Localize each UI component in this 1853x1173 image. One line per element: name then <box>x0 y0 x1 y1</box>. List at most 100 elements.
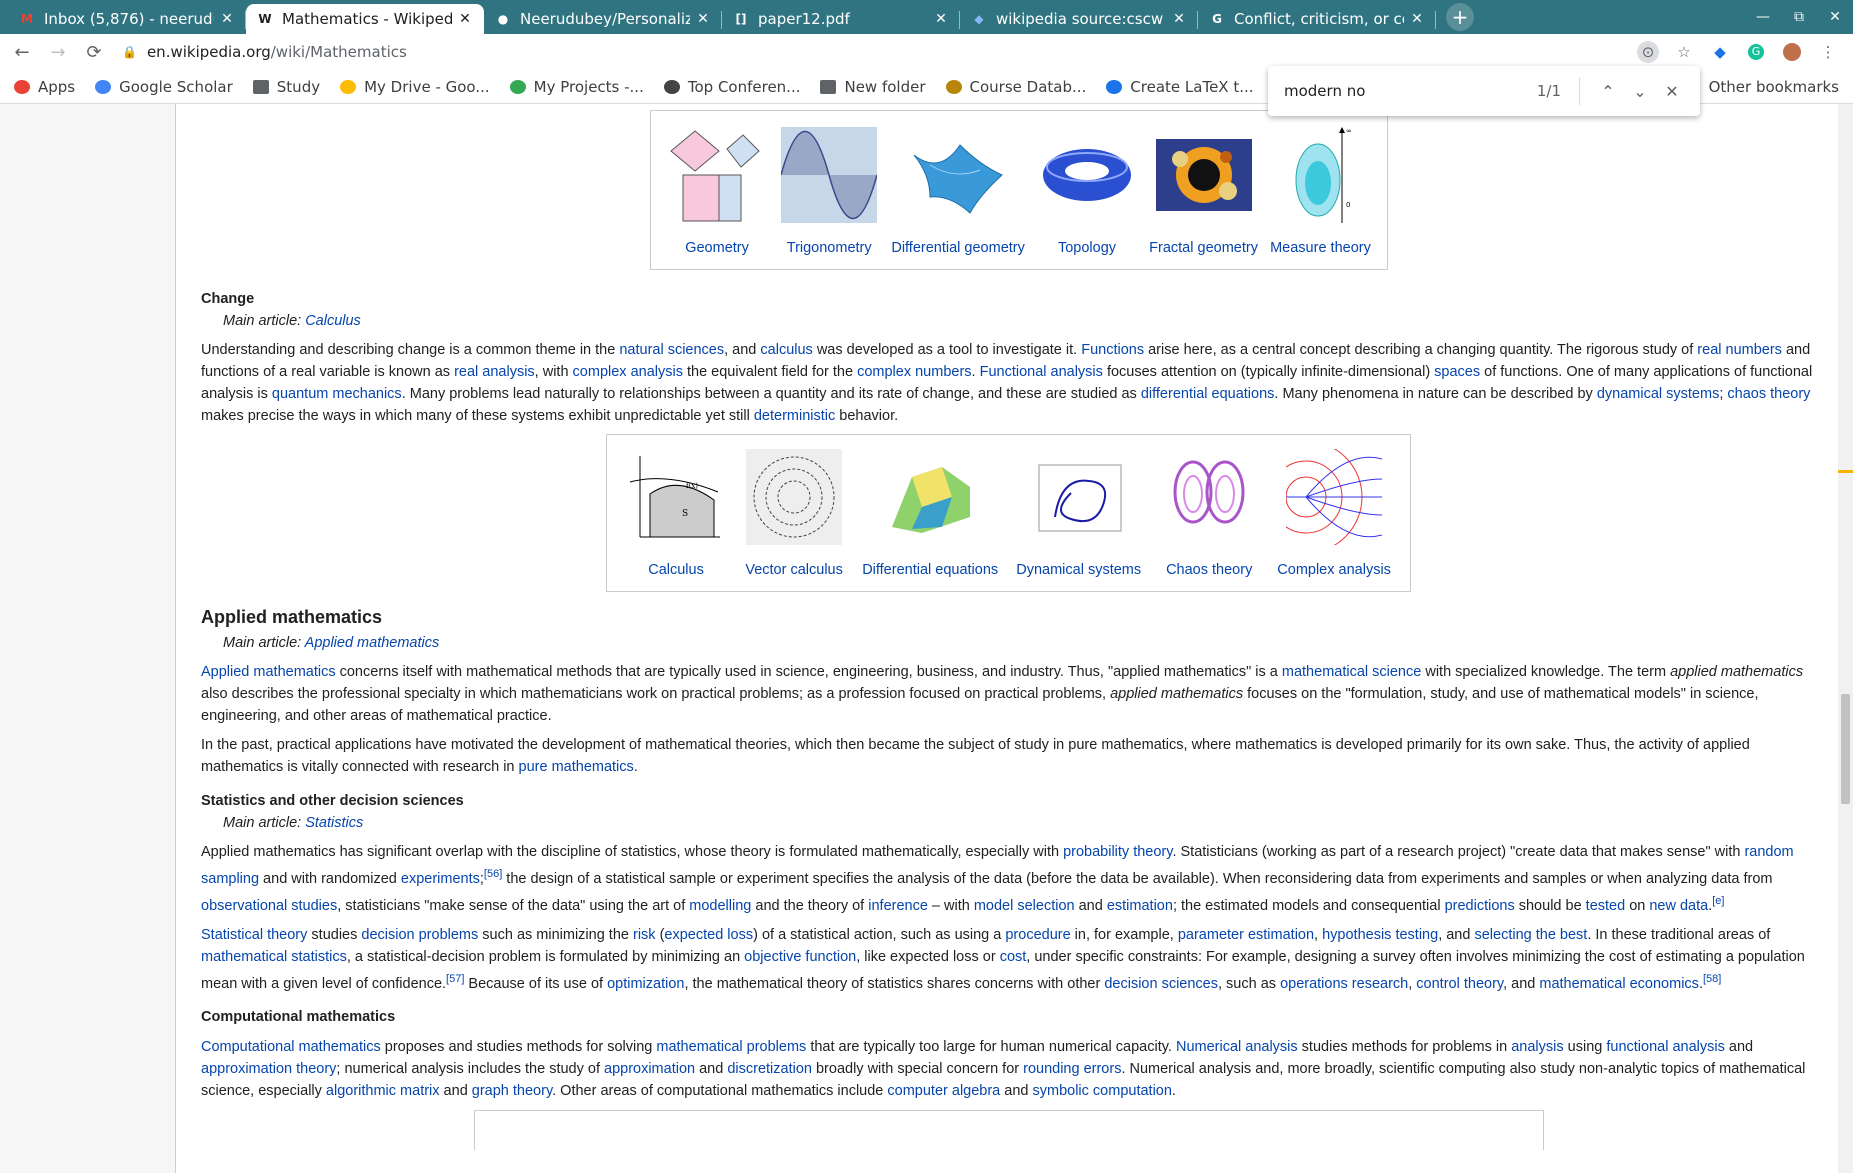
gallery-caption[interactable]: Dynamical systems <box>1016 559 1141 581</box>
bookmark-item[interactable]: My Projects -... <box>509 78 644 96</box>
minimize-icon[interactable]: — <box>1745 9 1781 25</box>
citation-link[interactable]: [56] <box>484 868 502 880</box>
gallery-caption[interactable]: Complex analysis <box>1277 559 1391 581</box>
wiki-link[interactable]: Functional analysis <box>980 364 1103 380</box>
wiki-link[interactable]: inference <box>868 898 928 914</box>
wiki-link[interactable]: real analysis <box>454 364 535 380</box>
bookmark-item[interactable]: Apps <box>14 78 75 96</box>
find-in-page-icon[interactable]: ⊙ <box>1637 41 1659 63</box>
address-bar[interactable]: 🔒 en.wikipedia.org/wiki/Mathematics <box>122 37 1637 67</box>
wiki-link[interactable]: deterministic <box>754 408 835 424</box>
page-scrollbar[interactable] <box>1838 104 1853 1173</box>
wiki-link[interactable]: selecting the best <box>1474 927 1587 943</box>
other-bookmarks[interactable]: Other bookmarks <box>1701 70 1839 104</box>
gallery-item[interactable]: Vector calculus <box>744 447 844 581</box>
find-next-icon[interactable]: ⌄ <box>1624 82 1656 101</box>
wiki-link[interactable]: mathematical statistics <box>201 949 347 965</box>
menu-kebab-icon[interactable]: ⋮ <box>1817 41 1839 63</box>
gallery-caption[interactable]: Geometry <box>685 237 749 259</box>
wiki-link[interactable]: complex analysis <box>573 364 683 380</box>
reload-icon[interactable]: ⟳ <box>80 42 108 63</box>
wiki-link[interactable]: experiments <box>401 871 480 887</box>
wiki-link[interactable]: symbolic computation <box>1033 1083 1172 1099</box>
wiki-link[interactable]: dynamical systems <box>1597 386 1719 402</box>
wiki-link[interactable]: discretization <box>727 1061 812 1077</box>
gallery-caption[interactable]: Topology <box>1058 237 1116 259</box>
restore-icon[interactable]: ⧉ <box>1781 9 1817 25</box>
browser-tab[interactable]: ◆ wikipedia source:cscw - G✕ <box>960 4 1198 34</box>
wiki-link[interactable]: estimation <box>1107 898 1173 914</box>
bookmark-item[interactable]: New folder <box>820 78 926 96</box>
wiki-link[interactable]: real numbers <box>1697 342 1782 358</box>
wiki-link[interactable]: functional analysis <box>1606 1039 1725 1055</box>
bookmark-item[interactable]: Google Scholar <box>95 78 233 96</box>
wiki-link[interactable]: Computational mathematics <box>201 1039 381 1055</box>
gallery-item[interactable]: Differential equations <box>862 447 998 581</box>
bookmark-item[interactable]: My Drive - Goo... <box>340 78 490 96</box>
wiki-link[interactable]: Functions <box>1081 342 1144 358</box>
wiki-link[interactable]: new data <box>1649 898 1708 914</box>
gallery-item[interactable]: ∞ 0 Measure theory <box>1270 125 1371 259</box>
wiki-link[interactable]: cost <box>1000 949 1027 965</box>
wiki-link[interactable]: differential equations <box>1141 386 1275 402</box>
gallery-item[interactable]: Trigonometry <box>779 125 879 259</box>
forward-icon[interactable]: → <box>44 42 72 63</box>
wiki-link[interactable]: approximation <box>604 1061 695 1077</box>
find-input[interactable]: modern no <box>1284 82 1537 100</box>
bookmark-item[interactable]: Top Conferen... <box>663 78 800 96</box>
bookmark-item[interactable]: Course Datab... <box>945 78 1086 96</box>
citation-link[interactable]: [e] <box>1712 895 1724 907</box>
wiki-link[interactable]: rounding errors <box>1023 1061 1121 1077</box>
wiki-link[interactable]: procedure <box>1005 927 1070 943</box>
wiki-link[interactable]: graph theory <box>472 1083 552 1099</box>
gallery-caption[interactable]: Differential equations <box>862 559 998 581</box>
bookmark-item[interactable]: Create LaTeX t... <box>1106 78 1254 96</box>
wiki-link[interactable]: Statistical theory <box>201 927 307 943</box>
grammarly-icon[interactable]: G <box>1745 41 1767 63</box>
wiki-link[interactable]: observational studies <box>201 898 337 914</box>
wiki-link[interactable]: predictions <box>1445 898 1515 914</box>
gallery-caption[interactable]: Trigonometry <box>787 237 872 259</box>
scrollbar-thumb[interactable] <box>1841 694 1850 804</box>
find-close-icon[interactable]: ✕ <box>1656 82 1688 101</box>
bookmark-star-icon[interactable]: ☆ <box>1673 41 1695 63</box>
hatnote-link[interactable]: Statistics <box>305 815 363 831</box>
close-window-icon[interactable]: ✕ <box>1817 9 1853 25</box>
wiki-link[interactable]: mathematical economics <box>1539 975 1699 991</box>
wiki-link[interactable]: algorithmic matrix <box>326 1083 440 1099</box>
wiki-link[interactable]: parameter estimation <box>1178 927 1314 943</box>
wiki-link[interactable]: approximation theory <box>201 1061 336 1077</box>
wiki-link[interactable]: mathematical science <box>1282 664 1421 680</box>
wiki-link[interactable]: mathematical problems <box>656 1039 806 1055</box>
wiki-link[interactable]: tested <box>1586 898 1626 914</box>
gallery-item[interactable]: Fractal geometry <box>1149 125 1258 259</box>
wiki-link[interactable]: control theory <box>1416 975 1503 991</box>
gallery-caption[interactable]: Vector calculus <box>745 559 843 581</box>
wiki-link[interactable]: optimization <box>607 975 684 991</box>
gallery-caption[interactable]: Measure theory <box>1270 237 1371 259</box>
citation-link[interactable]: [57] <box>446 973 464 985</box>
gallery-item[interactable]: Differential geometry <box>891 125 1025 259</box>
wiki-link[interactable]: calculus <box>760 342 812 358</box>
browser-tab[interactable]: G Conflict, criticism, or conf✕ <box>1198 4 1436 34</box>
wiki-link[interactable]: pure mathematics <box>519 759 634 775</box>
hatnote-link[interactable]: Applied mathematics <box>305 635 440 651</box>
hatnote-link[interactable]: Calculus <box>305 313 361 329</box>
tab-close-icon[interactable]: ✕ <box>1170 11 1188 27</box>
wiki-link[interactable]: risk <box>633 927 656 943</box>
wiki-link[interactable]: hypothesis testing <box>1322 927 1438 943</box>
tab-close-icon[interactable]: ✕ <box>932 11 950 27</box>
new-tab-icon[interactable]: + <box>1446 3 1474 31</box>
gallery-item[interactable]: Dynamical systems <box>1016 447 1141 581</box>
wiki-link[interactable]: objective function <box>744 949 856 965</box>
browser-tab[interactable]: M Inbox (5,876) - neerudube✕ <box>8 4 246 34</box>
wiki-link[interactable]: probability theory <box>1063 844 1172 860</box>
gallery-caption[interactable]: Chaos theory <box>1166 559 1252 581</box>
browser-tab[interactable]: ● Neerudubey/Personalize ✕ <box>484 4 722 34</box>
wiki-link[interactable]: computer algebra <box>887 1083 1000 1099</box>
tab-close-icon[interactable]: ✕ <box>218 11 236 27</box>
wiki-link[interactable]: decision sciences <box>1104 975 1218 991</box>
gallery-item[interactable]: Geometry <box>667 125 767 259</box>
wiki-link[interactable]: operations research <box>1280 975 1408 991</box>
wiki-link[interactable]: quantum mechanics <box>272 386 402 402</box>
